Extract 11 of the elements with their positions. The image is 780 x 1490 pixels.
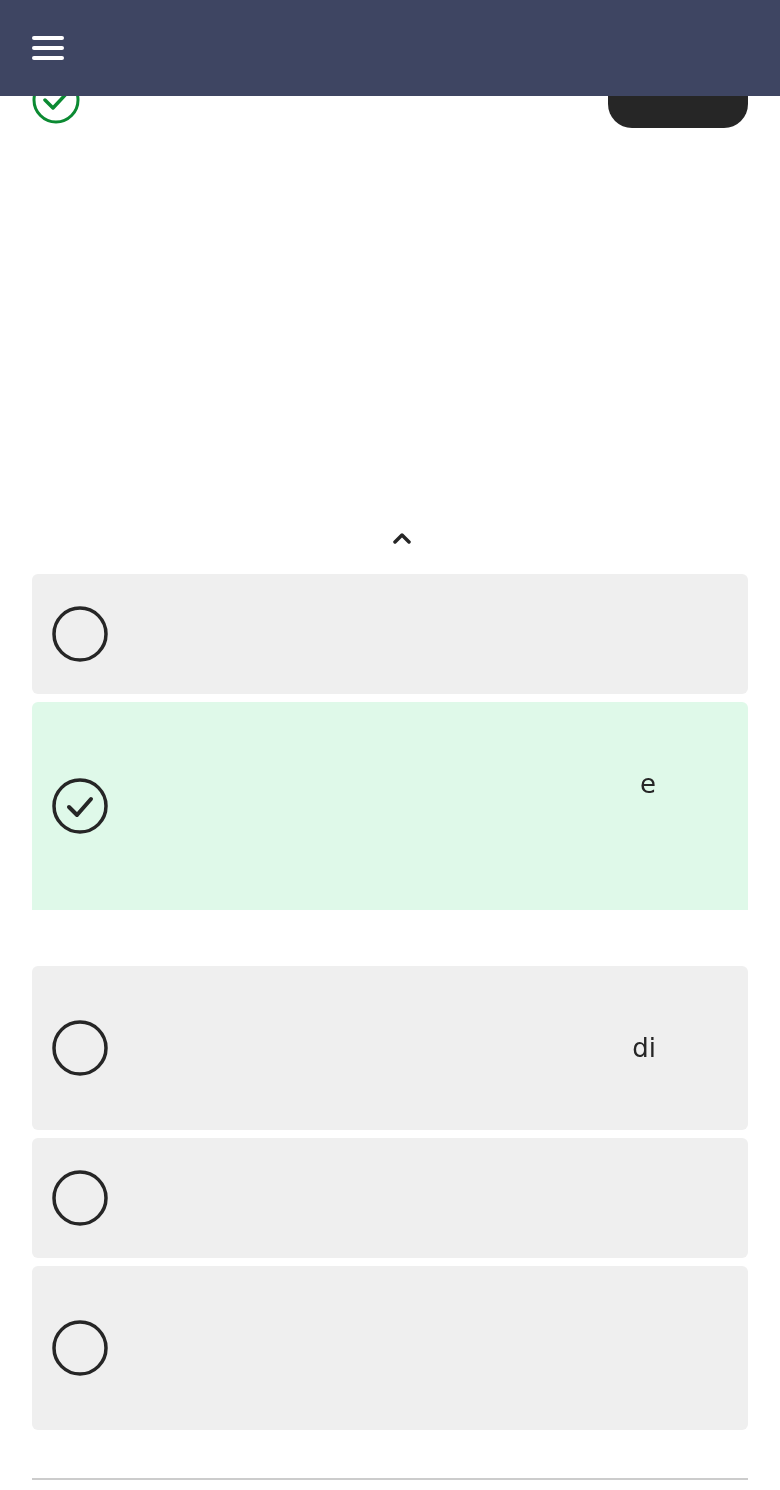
radio-circle-icon [52,1170,108,1226]
radio-circle-icon [52,1320,108,1376]
answer-option[interactable]: di [32,966,748,1130]
pill-button[interactable] [608,96,748,128]
radio-circle-icon [52,1020,108,1076]
radio-circle-icon [52,606,108,662]
caret-up-icon[interactable] [392,532,412,544]
option-text: di [632,1033,656,1063]
menu-icon[interactable] [32,36,64,60]
option-text: e [640,769,656,799]
check-circle-icon [52,778,108,834]
